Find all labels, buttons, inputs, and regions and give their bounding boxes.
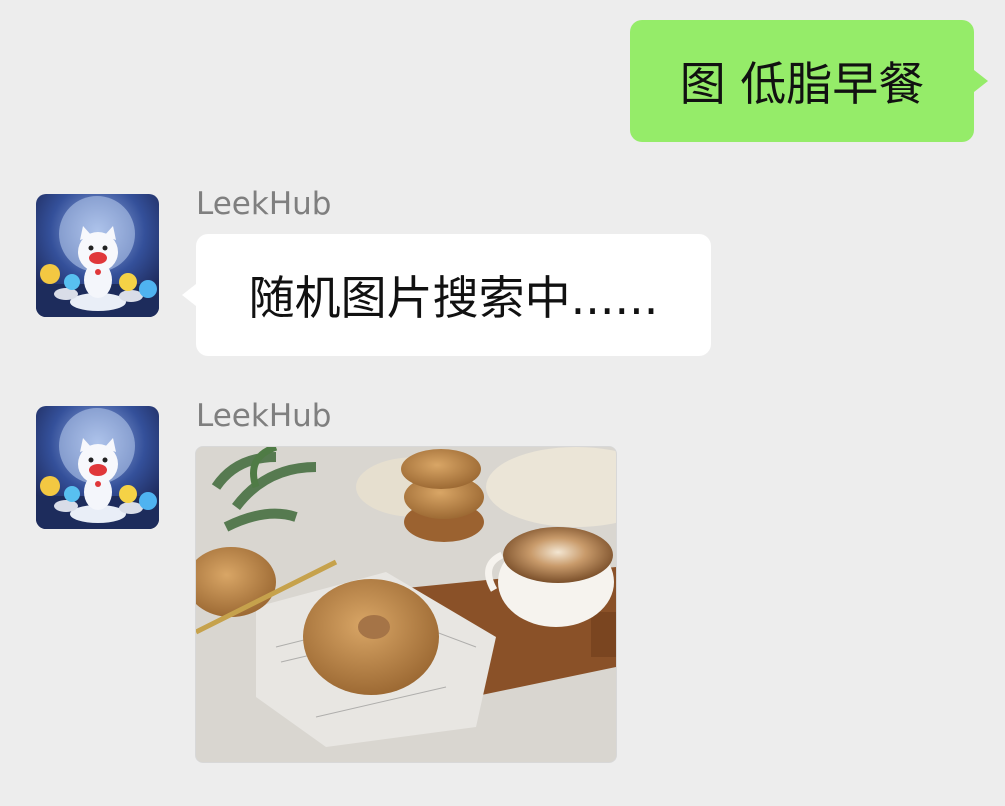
outgoing-message-bubble[interactable]: 图 低脂早餐 (630, 20, 988, 142)
avatar-image (36, 194, 159, 317)
sender-name: LeekHub (196, 186, 332, 222)
sender-name: LeekHub (196, 398, 332, 434)
incoming-message-text: 随机图片搜索中...... (248, 271, 659, 325)
image-message[interactable] (195, 446, 617, 763)
sender-avatar[interactable] (36, 406, 159, 529)
incoming-message-bubble[interactable]: 随机图片搜索中...... (182, 234, 711, 356)
sender-avatar[interactable] (36, 194, 159, 317)
outgoing-message-text: 图 低脂早餐 (679, 57, 925, 111)
avatar-image (36, 406, 159, 529)
breakfast-photo (196, 447, 616, 762)
